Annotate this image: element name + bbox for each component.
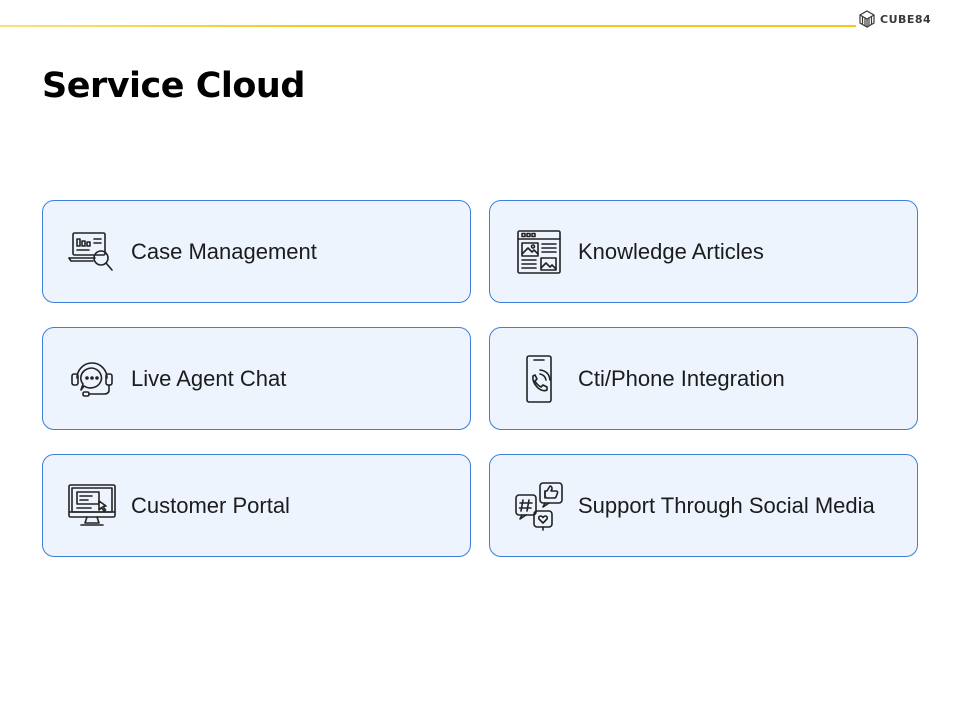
features-grid: Case Management Knowledge Articles Live …: [42, 200, 918, 557]
feature-card-cti-phone-integration: Cti/Phone Integration: [489, 327, 918, 430]
feature-label: Knowledge Articles: [578, 238, 764, 264]
headset-chat-icon: [67, 354, 117, 404]
page-title: Service Cloud: [42, 66, 305, 106]
feature-card-customer-portal: Customer Portal: [42, 454, 471, 557]
article-browser-icon: [514, 227, 564, 277]
brand-logo: CUBE84: [857, 9, 931, 29]
feature-card-social-media-support: Support Through Social Media: [489, 454, 918, 557]
laptop-search-icon: [67, 227, 117, 277]
header-accent-line: [0, 25, 856, 27]
feature-card-knowledge-articles: Knowledge Articles: [489, 200, 918, 303]
feature-card-live-agent-chat: Live Agent Chat: [42, 327, 471, 430]
feature-label: Customer Portal: [131, 492, 290, 518]
monitor-portal-icon: [67, 481, 117, 531]
cube-logo-icon: [859, 10, 875, 28]
brand-name: CUBE84: [880, 12, 932, 26]
phone-call-icon: [514, 354, 564, 404]
feature-label: Live Agent Chat: [131, 365, 287, 391]
social-media-icon: [514, 481, 564, 531]
feature-card-case-management: Case Management: [42, 200, 471, 303]
feature-label: Cti/Phone Integration: [578, 365, 785, 391]
feature-label: Support Through Social Media: [578, 492, 875, 518]
slide: CUBE84 Service Cloud Case Management Kno…: [0, 0, 960, 720]
feature-label: Case Management: [131, 238, 317, 264]
